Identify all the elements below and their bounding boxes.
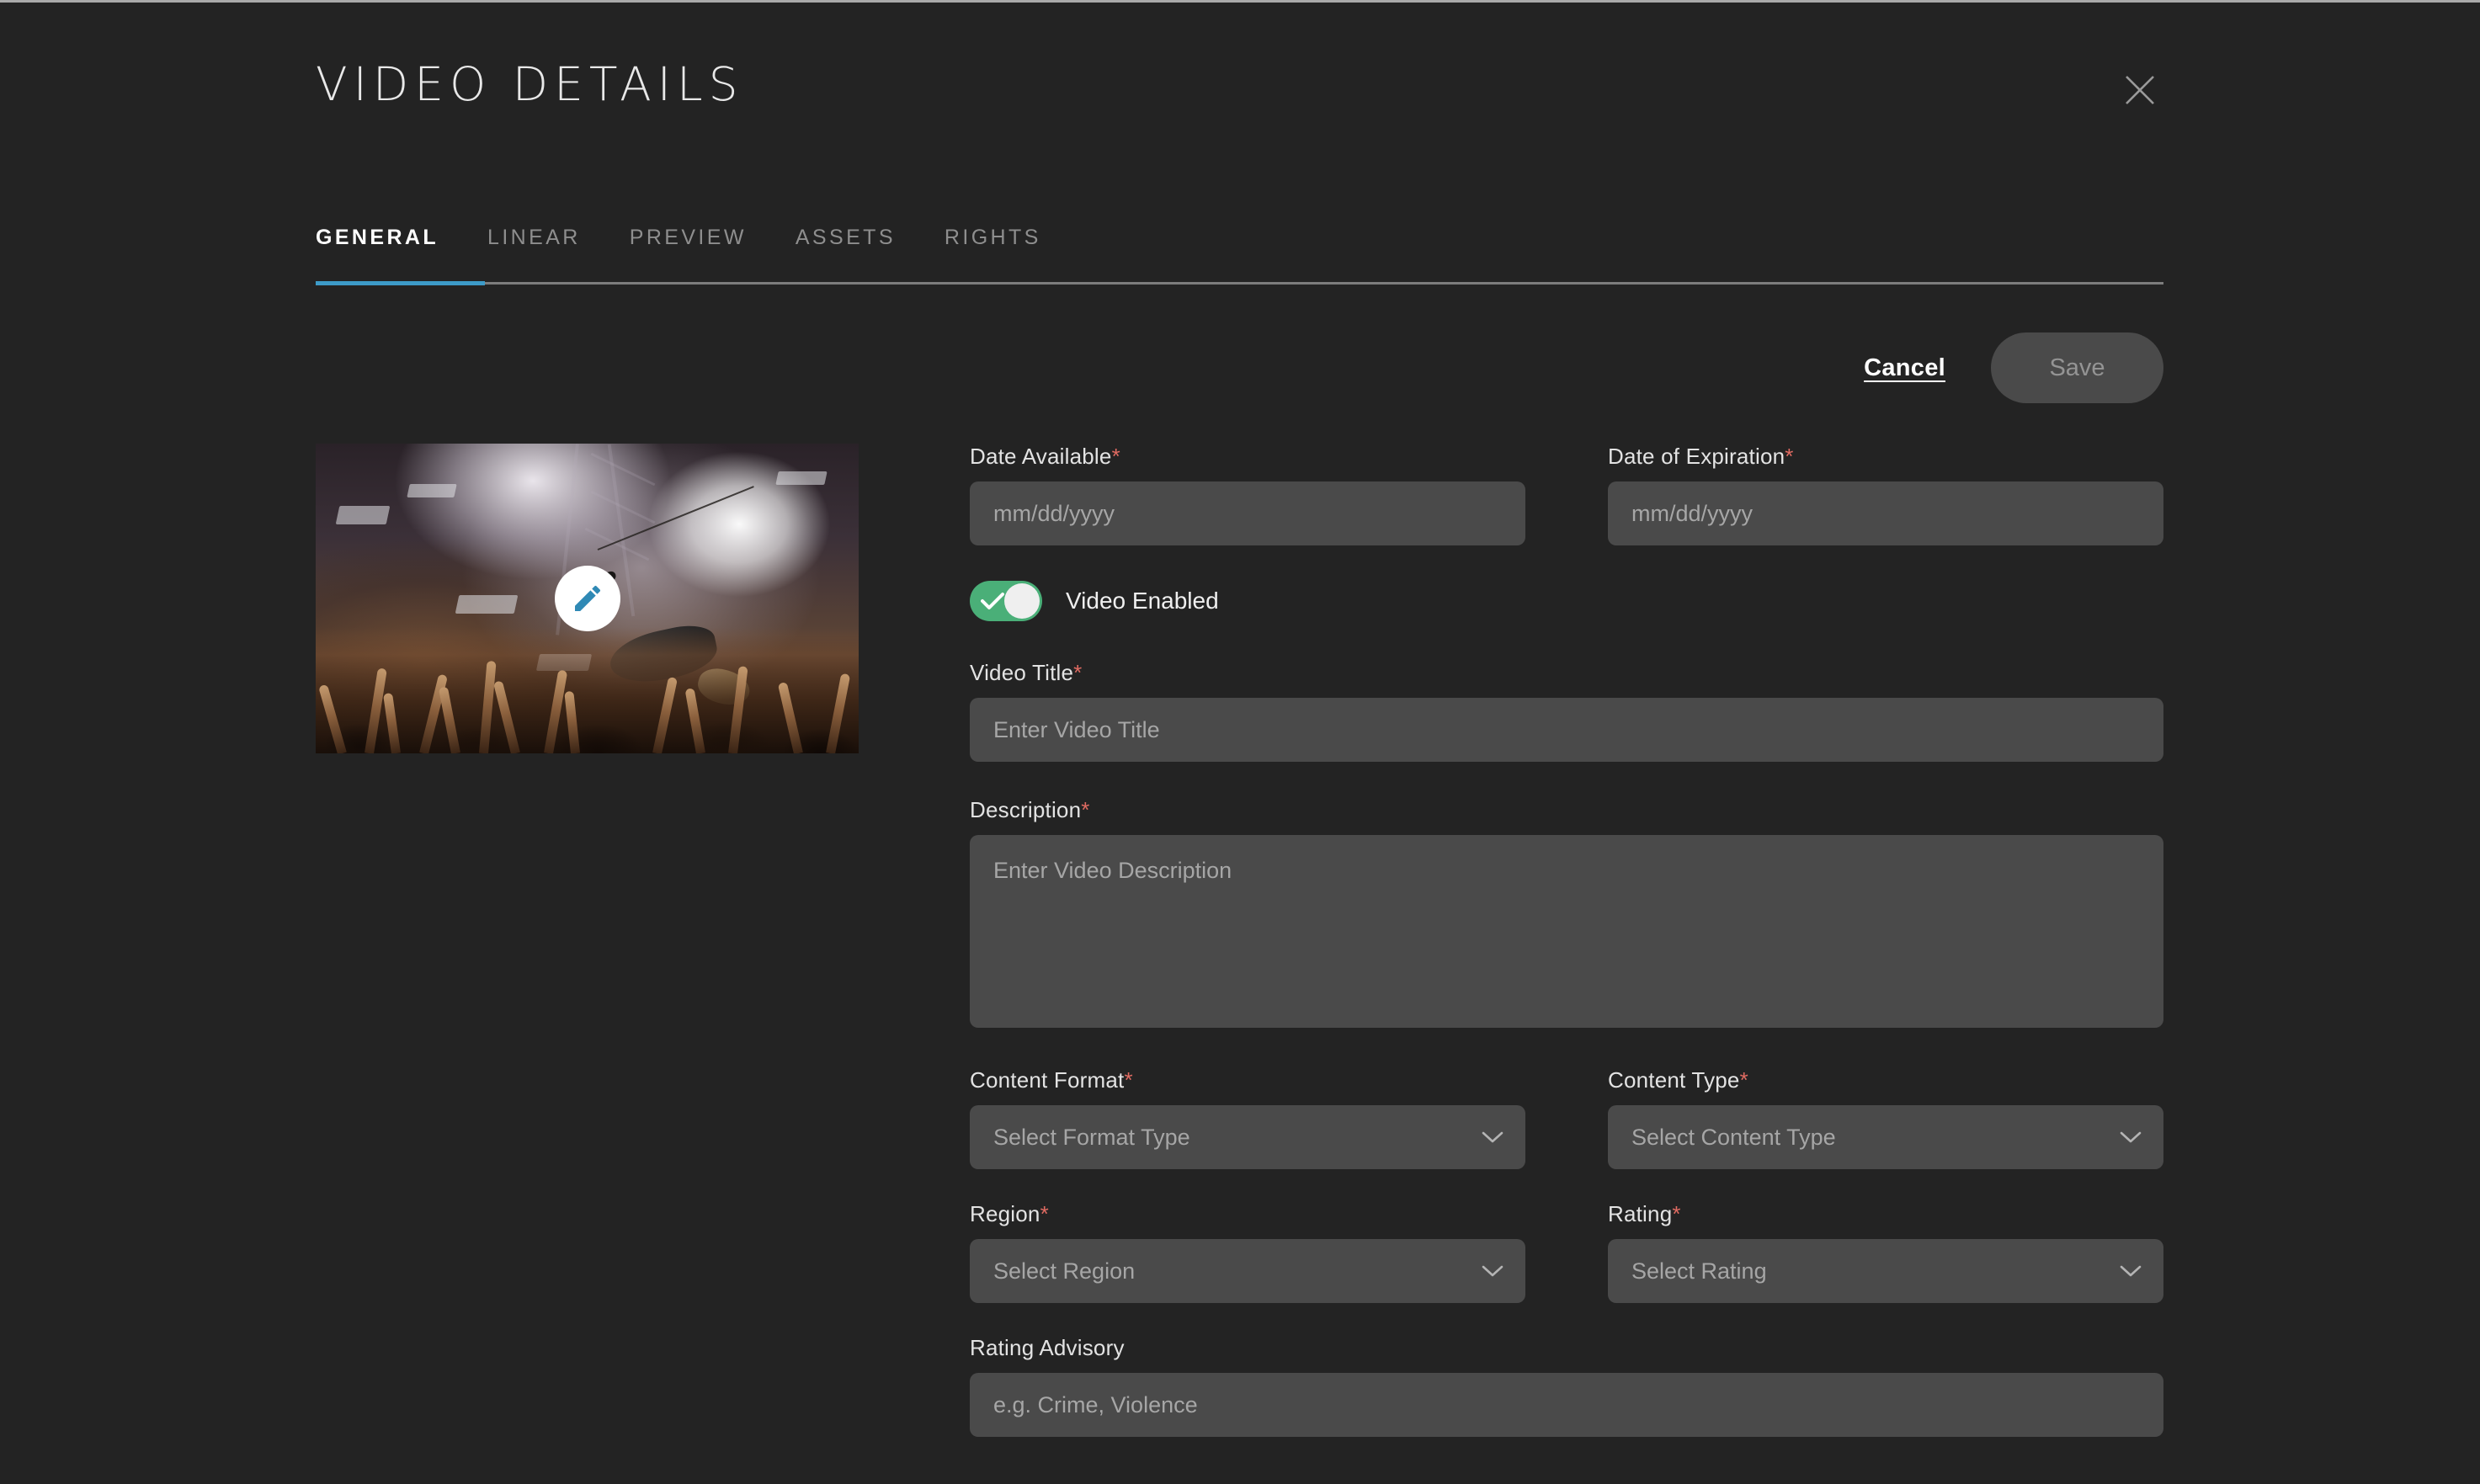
field-region: Region* bbox=[970, 1201, 1525, 1303]
rating-label: Rating* bbox=[1608, 1201, 2163, 1227]
content-row: Content Format* Content Type* bbox=[970, 1067, 2163, 1169]
video-title-input[interactable] bbox=[970, 698, 2163, 762]
save-button[interactable]: Save bbox=[1991, 332, 2163, 403]
general-form: Date Available* Date of Expiration* Vide… bbox=[970, 444, 2163, 1437]
field-video-title: Video Title* bbox=[970, 660, 2163, 762]
content-type-select[interactable] bbox=[1608, 1105, 2163, 1169]
active-tab-indicator bbox=[316, 281, 485, 285]
toggle-knob bbox=[1004, 583, 1040, 619]
cancel-button[interactable]: Cancel bbox=[1864, 354, 1945, 382]
tab-linear[interactable]: LINEAR bbox=[487, 226, 581, 250]
field-date-available: Date Available* bbox=[970, 444, 1525, 545]
close-icon[interactable] bbox=[2116, 66, 2163, 114]
content-format-select[interactable] bbox=[970, 1105, 1525, 1169]
edit-thumbnail-button[interactable] bbox=[554, 566, 620, 631]
rating-advisory-label-text: Rating Advisory bbox=[970, 1335, 1125, 1360]
description-textarea[interactable] bbox=[970, 835, 2163, 1028]
required-asterisk: * bbox=[1073, 660, 1083, 685]
video-thumbnail[interactable] bbox=[316, 444, 859, 753]
video-details-modal: VIDEO DETAILS GENERAL LINEAR PREVIEW ASS… bbox=[0, 0, 2480, 1484]
rating-advisory-input[interactable] bbox=[970, 1373, 2163, 1437]
field-content-format: Content Format* bbox=[970, 1067, 1525, 1169]
video-enabled-row: Video Enabled bbox=[970, 581, 2163, 621]
content-type-label: Content Type* bbox=[1608, 1067, 2163, 1093]
field-date-expiration: Date of Expiration* bbox=[1608, 444, 2163, 545]
page-title: VIDEO DETAILS bbox=[316, 57, 744, 111]
video-enabled-toggle[interactable] bbox=[970, 581, 1042, 621]
content-format-label: Content Format* bbox=[970, 1067, 1525, 1093]
required-asterisk: * bbox=[1672, 1201, 1681, 1226]
action-row: Cancel Save bbox=[1864, 332, 2163, 403]
field-rating: Rating* bbox=[1608, 1201, 2163, 1303]
date-available-label: Date Available* bbox=[970, 444, 1525, 470]
required-asterisk: * bbox=[1739, 1067, 1748, 1093]
required-asterisk: * bbox=[1111, 444, 1120, 469]
crowd-silhouette bbox=[316, 627, 859, 753]
video-title-label: Video Title* bbox=[970, 660, 2163, 686]
required-asterisk: * bbox=[1081, 797, 1090, 822]
video-title-label-text: Video Title bbox=[970, 660, 1074, 685]
date-available-input[interactable] bbox=[970, 481, 1525, 545]
tab-rights[interactable]: RIGHTS bbox=[945, 226, 1041, 250]
video-enabled-label: Video Enabled bbox=[1066, 588, 1219, 614]
tab-general[interactable]: GENERAL bbox=[316, 226, 439, 250]
description-label-text: Description bbox=[970, 797, 1082, 822]
region-label: Region* bbox=[970, 1201, 1525, 1227]
checkmark-icon bbox=[981, 593, 1004, 609]
modal-header: VIDEO DETAILS bbox=[316, 61, 2163, 137]
date-available-label-text: Date Available bbox=[970, 444, 1112, 469]
region-rating-row: Region* Rating* bbox=[970, 1201, 2163, 1303]
date-expiration-label: Date of Expiration* bbox=[1608, 444, 2163, 470]
required-asterisk: * bbox=[1040, 1201, 1049, 1226]
region-label-text: Region bbox=[970, 1201, 1040, 1226]
field-description: Description* bbox=[970, 797, 2163, 1032]
content-format-label-text: Content Format bbox=[970, 1067, 1125, 1093]
rating-label-text: Rating bbox=[1608, 1201, 1673, 1226]
required-asterisk: * bbox=[1785, 444, 1794, 469]
tab-bar: GENERAL LINEAR PREVIEW ASSETS RIGHTS bbox=[316, 201, 2163, 285]
rating-advisory-label: Rating Advisory bbox=[970, 1335, 2163, 1361]
date-expiration-label-text: Date of Expiration bbox=[1608, 444, 1785, 469]
tab-assets[interactable]: ASSETS bbox=[796, 226, 896, 250]
field-rating-advisory: Rating Advisory bbox=[970, 1335, 2163, 1437]
tab-preview[interactable]: PREVIEW bbox=[630, 226, 747, 250]
content-type-label-text: Content Type bbox=[1608, 1067, 1740, 1093]
region-select[interactable] bbox=[970, 1239, 1525, 1303]
description-label: Description* bbox=[970, 797, 2163, 823]
date-row: Date Available* Date of Expiration* bbox=[970, 444, 2163, 545]
rating-select[interactable] bbox=[1608, 1239, 2163, 1303]
pencil-icon bbox=[574, 585, 600, 611]
date-expiration-input[interactable] bbox=[1608, 481, 2163, 545]
field-content-type: Content Type* bbox=[1608, 1067, 2163, 1169]
tab-divider bbox=[316, 281, 2163, 285]
required-asterisk: * bbox=[1124, 1067, 1133, 1093]
